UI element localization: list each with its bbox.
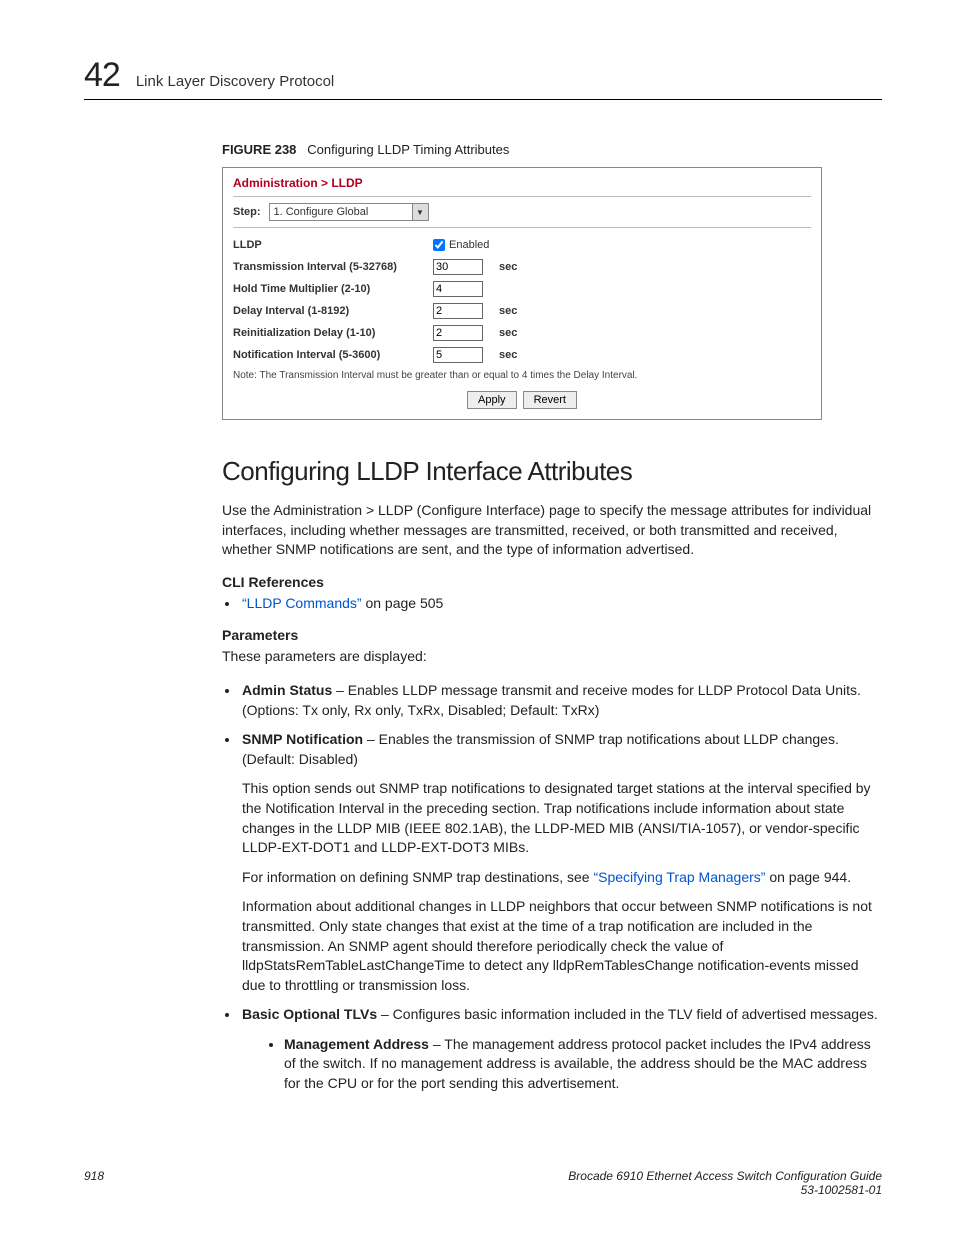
delay-interval-input[interactable]	[433, 303, 483, 319]
chevron-down-icon: ▼	[412, 204, 428, 220]
apply-button[interactable]: Apply	[467, 391, 517, 409]
delay-unit: sec	[499, 305, 517, 317]
cli-references-heading: CLI References	[222, 574, 882, 590]
lldp-enabled-row: LLDP Enabled	[233, 234, 811, 256]
mgmt-address-item: Management Address – The management addr…	[284, 1035, 882, 1094]
cli-reference-item: “LLDP Commands” on page 505	[240, 594, 882, 614]
figure-number: FIGURE 238	[222, 142, 296, 157]
chapter-title: Link Layer Discovery Protocol	[136, 73, 334, 90]
cli-references-list: “LLDP Commands” on page 505	[240, 594, 882, 614]
basic-tlv-item: Basic Optional TLVs – Configures basic i…	[240, 1005, 882, 1093]
header-rule	[84, 99, 882, 100]
delay-interval-row: Delay Interval (1-8192) sec	[233, 300, 811, 322]
panel-breadcrumb: Administration > LLDP	[233, 176, 811, 190]
lldp-enabled-checkbox[interactable]	[433, 239, 445, 251]
revert-button[interactable]: Revert	[523, 391, 577, 409]
tx-interval-label: Transmission Interval (5-32768)	[233, 261, 433, 273]
tx-interval-input[interactable]	[433, 259, 483, 275]
step-select-value: 1. Configure Global	[270, 206, 412, 218]
parameters-heading: Parameters	[222, 627, 882, 643]
cli-link-suffix: on page 505	[362, 595, 444, 611]
hold-time-input[interactable]	[433, 281, 483, 297]
snmp-term: SNMP Notification	[242, 731, 363, 747]
notif-interval-input[interactable]	[433, 347, 483, 363]
mgmt-address-term: Management Address	[284, 1036, 429, 1052]
snmp-p3: For information on defining SNMP trap de…	[242, 868, 882, 888]
step-select[interactable]: 1. Configure Global ▼	[269, 203, 429, 221]
lldp-commands-link[interactable]: “LLDP Commands”	[242, 595, 362, 611]
parameters-list: Admin Status – Enables LLDP message tran…	[240, 681, 882, 1094]
admin-status-term: Admin Status	[242, 682, 332, 698]
hold-time-label: Hold Time Multiplier (2-10)	[233, 283, 433, 295]
basic-tlv-term: Basic Optional TLVs	[242, 1006, 377, 1022]
snmp-p3-pre: For information on defining SNMP trap de…	[242, 869, 593, 885]
notif-interval-label: Notification Interval (5-3600)	[233, 349, 433, 361]
tx-interval-row: Transmission Interval (5-32768) sec	[233, 256, 811, 278]
specifying-trap-managers-link[interactable]: “Specifying Trap Managers”	[593, 869, 765, 885]
page-footer: 918 Brocade 6910 Ethernet Access Switch …	[84, 1169, 882, 1197]
admin-status-item: Admin Status – Enables LLDP message tran…	[240, 681, 882, 720]
snmp-notification-item: SNMP Notification – Enables the transmis…	[240, 730, 882, 995]
config-panel: Administration > LLDP Step: 1. Configure…	[222, 167, 822, 420]
notif-interval-row: Notification Interval (5-3600) sec	[233, 344, 811, 366]
tx-unit: sec	[499, 261, 517, 273]
panel-note: Note: The Transmission Interval must be …	[233, 370, 811, 381]
intro-paragraph: Use the Administration > LLDP (Configure…	[222, 501, 882, 560]
doc-number: 53-1002581-01	[568, 1183, 882, 1197]
panel-divider-2	[233, 227, 811, 228]
reinit-delay-label: Reinitialization Delay (1-10)	[233, 327, 433, 339]
chapter-number: 42	[84, 56, 120, 95]
page-number: 918	[84, 1169, 104, 1197]
step-label: Step:	[233, 206, 261, 218]
parameters-intro: These parameters are displayed:	[222, 647, 882, 667]
hold-time-row: Hold Time Multiplier (2-10)	[233, 278, 811, 300]
enabled-label: Enabled	[449, 239, 489, 251]
admin-status-text: – Enables LLDP message transmit and rece…	[242, 682, 861, 718]
notif-unit: sec	[499, 349, 517, 361]
reinit-unit: sec	[499, 327, 517, 339]
lldp-label: LLDP	[233, 239, 433, 251]
snmp-p3-post: on page 944.	[765, 869, 851, 885]
reinit-delay-row: Reinitialization Delay (1-10) sec	[233, 322, 811, 344]
button-row: Apply Revert	[233, 391, 811, 409]
doc-title: Brocade 6910 Ethernet Access Switch Conf…	[568, 1169, 882, 1183]
tlv-sublist: Management Address – The management addr…	[284, 1035, 882, 1094]
snmp-p2: This option sends out SNMP trap notifica…	[242, 779, 882, 857]
delay-interval-label: Delay Interval (1-8192)	[233, 305, 433, 317]
step-row: Step: 1. Configure Global ▼	[233, 203, 811, 221]
figure-caption-text: Configuring LLDP Timing Attributes	[307, 142, 509, 157]
page-header: 42 Link Layer Discovery Protocol	[84, 56, 882, 95]
basic-tlv-text: – Configures basic information included …	[377, 1006, 878, 1022]
figure-caption: FIGURE 238 Configuring LLDP Timing Attri…	[222, 142, 882, 157]
panel-divider	[233, 196, 811, 197]
section-heading: Configuring LLDP Interface Attributes	[222, 456, 882, 487]
footer-right: Brocade 6910 Ethernet Access Switch Conf…	[568, 1169, 882, 1197]
reinit-delay-input[interactable]	[433, 325, 483, 341]
snmp-p4: Information about additional changes in …	[242, 897, 882, 995]
